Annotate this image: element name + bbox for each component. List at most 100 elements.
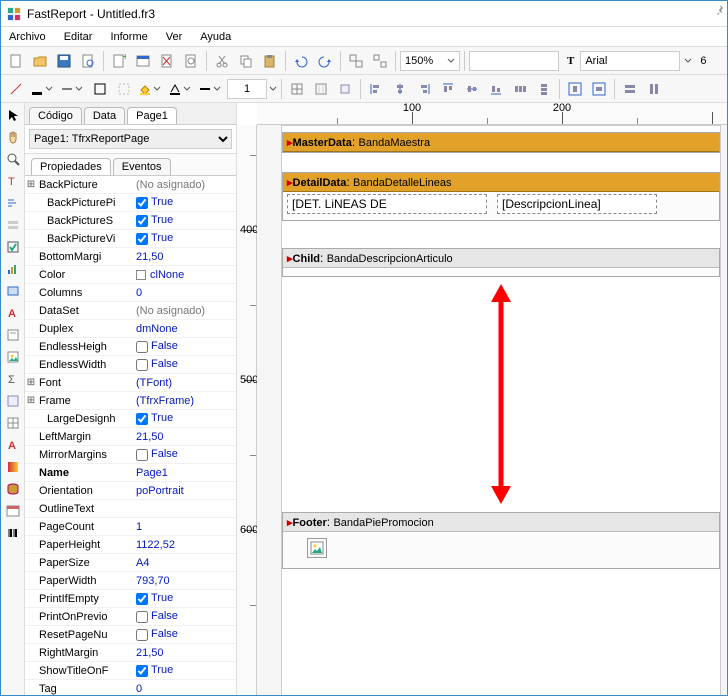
band-tool[interactable] xyxy=(3,215,23,235)
menu-editar[interactable]: Editar xyxy=(60,29,97,45)
new-dialog-button[interactable] xyxy=(132,50,154,72)
undo-button[interactable] xyxy=(290,50,312,72)
text-tool[interactable]: T xyxy=(3,171,23,191)
prop-row[interactable]: RightMargin21,50 xyxy=(25,644,236,662)
prop-row[interactable]: EndlessHeighFalse xyxy=(25,338,236,356)
grid-btn1[interactable] xyxy=(286,78,308,100)
prop-row[interactable]: ⊞Frame(TfrxFrame) xyxy=(25,392,236,410)
fill-color-button[interactable] xyxy=(137,78,165,100)
chart-tool[interactable] xyxy=(3,259,23,279)
align-hcenter-button[interactable] xyxy=(389,78,411,100)
prop-row[interactable]: Columns0 xyxy=(25,284,236,302)
tab-codigo[interactable]: Código xyxy=(29,107,82,124)
new-button[interactable] xyxy=(5,50,27,72)
frame-style-button[interactable] xyxy=(197,78,225,100)
band-child[interactable]: ▸Child: BandaDescripcionArticulo xyxy=(282,248,720,277)
band-masterdata[interactable]: ▸MasterData: BandaMaestra xyxy=(282,132,720,153)
crosstab-tool[interactable] xyxy=(3,413,23,433)
prop-row[interactable]: BackPicturePiTrue xyxy=(25,194,236,212)
prop-row[interactable]: LeftMargin21,50 xyxy=(25,428,236,446)
prop-row[interactable]: ColorclNone xyxy=(25,266,236,284)
tab-page1[interactable]: Page1 xyxy=(127,107,177,124)
space-h-button[interactable] xyxy=(509,78,531,100)
prop-row[interactable]: ⊞Font(TFont) xyxy=(25,374,236,392)
cut-button[interactable] xyxy=(211,50,233,72)
picture-tool[interactable] xyxy=(3,347,23,367)
field-det-lineas[interactable]: [DET. LiNEAS DE xyxy=(287,194,487,214)
prop-row[interactable]: PageCount1 xyxy=(25,518,236,536)
grid-btn2[interactable] xyxy=(310,78,332,100)
zoom-combo[interactable]: 150% xyxy=(400,51,460,71)
line-style-button[interactable] xyxy=(59,78,87,100)
new-page-button[interactable]: + xyxy=(108,50,130,72)
menu-ayuda[interactable]: Ayuda xyxy=(196,29,235,45)
menu-ver[interactable]: Ver xyxy=(162,29,187,45)
prop-row[interactable]: ResetPageNuFalse xyxy=(25,626,236,644)
save-button[interactable] xyxy=(53,50,75,72)
prop-row[interactable]: DuplexdmNone xyxy=(25,320,236,338)
paste-button[interactable] xyxy=(259,50,281,72)
prop-row[interactable]: PrintIfEmptyTrue xyxy=(25,590,236,608)
prop-row[interactable]: PrintOnPrevioFalse xyxy=(25,608,236,626)
richtext-tool[interactable]: A xyxy=(3,303,23,323)
prop-row[interactable]: LargeDesignhTrue xyxy=(25,410,236,428)
prop-row[interactable]: EndlessWidthFalse xyxy=(25,356,236,374)
design-canvas[interactable]: ▸MasterData: BandaMaestra ▸DetailData: B… xyxy=(257,125,727,695)
check-tool[interactable] xyxy=(3,237,23,257)
band-footer[interactable]: ▸Footer: BandaPiePromocion xyxy=(282,512,720,569)
dialog-tool[interactable] xyxy=(3,501,23,521)
ungroup-button[interactable] xyxy=(369,50,391,72)
center-h-button[interactable] xyxy=(564,78,586,100)
gradient-tool[interactable] xyxy=(3,457,23,477)
format-tool[interactable] xyxy=(3,193,23,213)
page-settings-button[interactable] xyxy=(180,50,202,72)
border-all-button[interactable] xyxy=(89,78,111,100)
prop-row[interactable]: PaperSizeA4 xyxy=(25,554,236,572)
prop-row[interactable]: OrientationpoPortrait xyxy=(25,482,236,500)
sum-tool[interactable]: Σ xyxy=(3,369,23,389)
space-v-button[interactable] xyxy=(533,78,555,100)
border-none-button[interactable] xyxy=(113,78,135,100)
style-combo[interactable] xyxy=(469,51,559,71)
grid-btn3[interactable] xyxy=(334,78,356,100)
subreport-tool[interactable] xyxy=(3,325,23,345)
prop-row[interactable]: PaperWidth793,70 xyxy=(25,572,236,590)
select-tool[interactable] xyxy=(3,105,23,125)
prop-row[interactable]: BackPictureViTrue xyxy=(25,230,236,248)
align-left-button[interactable] xyxy=(365,78,387,100)
tab-eventos[interactable]: Eventos xyxy=(113,158,171,175)
picture-object[interactable] xyxy=(307,538,327,558)
same-width-button[interactable] xyxy=(619,78,641,100)
prop-row[interactable]: NamePage1 xyxy=(25,464,236,482)
prop-row[interactable]: DataSet(No asignado) xyxy=(25,302,236,320)
same-height-button[interactable] xyxy=(643,78,665,100)
open-button[interactable] xyxy=(29,50,51,72)
db-tool[interactable] xyxy=(3,479,23,499)
no-line-button[interactable] xyxy=(5,78,27,100)
redo-button[interactable] xyxy=(314,50,336,72)
prop-row[interactable]: BackPictureSTrue xyxy=(25,212,236,230)
frame-width-spin[interactable]: 1 xyxy=(227,79,267,99)
hand-tool[interactable] xyxy=(3,127,23,147)
menu-archivo[interactable]: Archivo xyxy=(5,29,50,45)
preview-button[interactable] xyxy=(77,50,99,72)
align-right-button[interactable] xyxy=(413,78,435,100)
zoom-tool[interactable] xyxy=(3,149,23,169)
menu-informe[interactable]: Informe xyxy=(106,29,151,45)
prop-row[interactable]: Tag0 xyxy=(25,680,236,695)
prop-row[interactable]: ShowTitleOnFTrue xyxy=(25,662,236,680)
align-bottom-button[interactable] xyxy=(485,78,507,100)
barcode-tool[interactable] xyxy=(3,523,23,543)
frame-color-button[interactable] xyxy=(167,78,195,100)
field-descripcionlinea[interactable]: [DescripcionLinea] xyxy=(497,194,657,214)
richtext2-tool[interactable]: A xyxy=(3,435,23,455)
prop-row[interactable]: PaperHeight1122,52 xyxy=(25,536,236,554)
delete-page-button[interactable] xyxy=(156,50,178,72)
copy-button[interactable] xyxy=(235,50,257,72)
font-name-combo[interactable]: Arial xyxy=(580,51,680,71)
pin-icon[interactable] xyxy=(714,4,726,16)
prop-row[interactable]: ⊞BackPicture(No asignado) xyxy=(25,176,236,194)
line-color-button[interactable] xyxy=(29,78,57,100)
prop-row[interactable]: BottomMargi21,50 xyxy=(25,248,236,266)
ole-tool[interactable] xyxy=(3,391,23,411)
